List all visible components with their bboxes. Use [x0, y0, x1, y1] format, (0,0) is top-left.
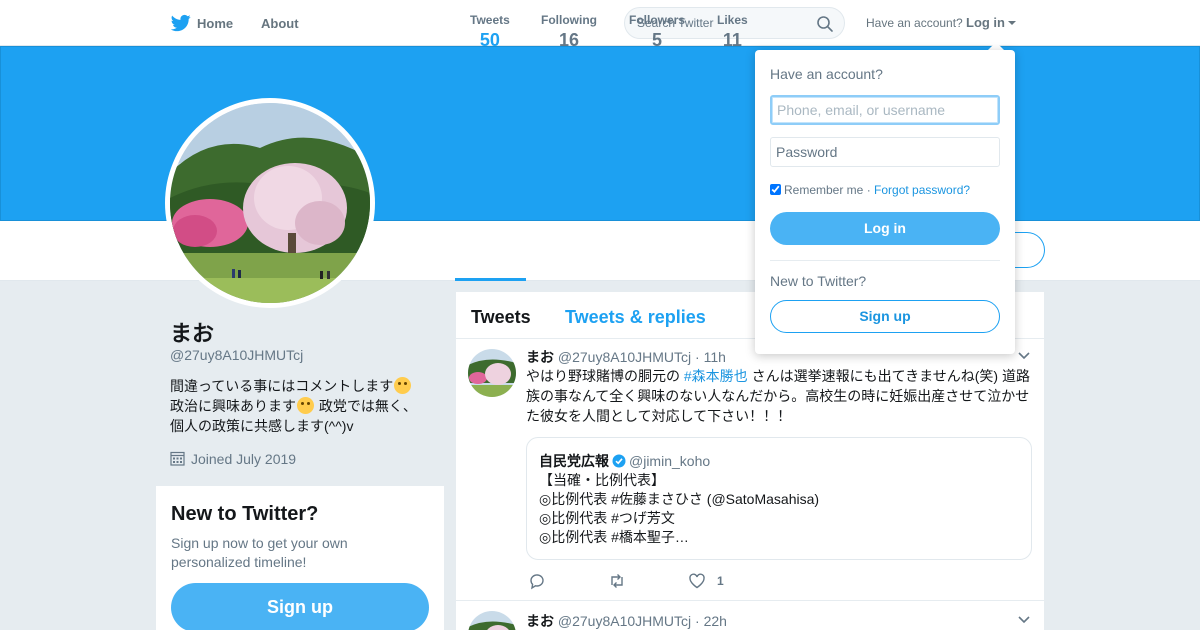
login-dropdown: Have an account? Remember me · Forgot pa…: [755, 50, 1015, 354]
retweet-button[interactable]: [608, 572, 626, 590]
bio-line: 個人の政策に共感します(^^)v: [170, 418, 354, 434]
stat-following[interactable]: Following 16: [541, 13, 597, 51]
active-stat-underline: [455, 278, 526, 281]
reply-icon: [530, 574, 544, 590]
retweet-icon: [611, 574, 623, 588]
stat-label: Following: [541, 13, 597, 27]
heart-icon: [689, 573, 705, 589]
login-button[interactable]: Log in: [770, 212, 1000, 245]
avatar-photo: [468, 349, 516, 397]
bio-text: 政治に興味あります: [170, 398, 296, 414]
remember-me-checkbox[interactable]: [770, 184, 781, 195]
joined-text: Joined July 2019: [191, 451, 297, 467]
remember-me-label[interactable]: Remember me: [784, 183, 863, 197]
signup-module-title: New to Twitter?: [171, 503, 319, 525]
stat-value: 16: [558, 30, 580, 50]
tweet-avatar[interactable]: [468, 349, 516, 397]
profile-name[interactable]: まお: [170, 316, 214, 348]
stat-label: Followers: [629, 13, 686, 27]
stat-value: 5: [652, 30, 663, 50]
tweet-author-handle[interactable]: @27uy8A10JHMUTcj: [558, 349, 691, 365]
login-dropdown-heading: Have an account?: [770, 66, 883, 82]
caret-down-icon: [1008, 21, 1016, 25]
like-count: 1: [717, 574, 724, 588]
verified-badge-icon: [612, 454, 626, 468]
profile-avatar[interactable]: [165, 98, 375, 308]
chevron-down-icon[interactable]: [1018, 616, 1030, 624]
tweet-author-name[interactable]: まお: [526, 349, 554, 365]
stat-tweets[interactable]: Tweets 50: [470, 13, 510, 51]
new-to-twitter-text: New to Twitter?: [770, 273, 867, 289]
thinking-emoji-icon: [394, 377, 412, 394]
signup-module-subtitle: Sign up now to get your own personalized…: [171, 535, 348, 570]
quote-line: ◎比例代表 #佐藤まさひさ (@SatoMasahisa): [539, 491, 820, 507]
tweet[interactable]: まお @27uy8A10JHMUTcj · 11h やはり野球賭博の胴元の #森…: [456, 339, 1044, 601]
tweet-author-handle[interactable]: @27uy8A10JHMUTcj: [558, 613, 691, 629]
login-toggle-label: Log in: [966, 15, 1005, 30]
tweet-avatar[interactable]: [468, 611, 516, 630]
profile-handle[interactable]: @27uy8A10JHMUTcj: [170, 347, 303, 363]
stat-label: Tweets: [470, 13, 510, 27]
reply-button[interactable]: [528, 572, 546, 590]
profile-bio: 間違っている事にはコメントします 政治に興味あります 政党では無く、 個人の政策…: [170, 376, 430, 436]
bio-line: 間違っている事にはコメントします: [170, 376, 430, 396]
grinning-emoji-icon: [297, 397, 314, 414]
quoted-author-handle: @jimin_koho: [629, 453, 711, 469]
tweet-timestamp[interactable]: · 22h: [695, 613, 727, 629]
bio-text: 政党では無く、: [315, 398, 417, 414]
signup-module: New to Twitter? Sign up now to get your …: [156, 486, 444, 630]
quote-line: ◎比例代表 #つげ芳文: [539, 510, 675, 526]
quoted-tweet[interactable]: 自民党広報 @jimin_koho 【当確・比例代表】 ◎比例代表 #佐藤まさひさ…: [526, 437, 1032, 560]
hashtag-link[interactable]: #森本勝也: [684, 368, 748, 384]
chevron-down-icon[interactable]: [1018, 352, 1030, 360]
separator-dot: ·: [863, 183, 875, 197]
username-field[interactable]: [770, 95, 1000, 125]
stat-followers[interactable]: Followers 5: [629, 13, 685, 51]
quoted-tweet-text: 【当確・比例代表】 ◎比例代表 #佐藤まさひさ (@SatoMasahisa) …: [539, 471, 819, 547]
search-icon[interactable]: [816, 15, 834, 33]
tweet-timestamp[interactable]: · 11h: [695, 349, 726, 365]
tab-tweets[interactable]: Tweets: [471, 307, 531, 328]
cherry-tree-photo: [170, 103, 370, 303]
stat-value: 11: [722, 30, 742, 50]
quote-line: ◎比例代表 #橋本聖子…: [539, 529, 689, 545]
avatar-photo: [468, 611, 516, 630]
remember-me-row: Remember me · Forgot password?: [770, 183, 970, 197]
nav-home-link[interactable]: Home: [197, 16, 233, 31]
signup-module-button[interactable]: Sign up: [171, 583, 429, 630]
nav-about-link[interactable]: About: [261, 16, 299, 31]
quote-line: 【当確・比例代表】: [539, 472, 665, 488]
stat-label: Likes: [717, 13, 748, 27]
joined-date: Joined July 2019: [170, 451, 296, 467]
divider: [770, 260, 1000, 261]
tweet[interactable]: まお @27uy8A10JHMUTcj · 22h: [456, 601, 1044, 630]
bio-line: 政治に興味あります 政党では無く、: [170, 396, 430, 416]
stat-value: 50: [479, 30, 500, 50]
calendar-icon: [170, 451, 185, 466]
password-field[interactable]: [770, 137, 1000, 167]
signup-button[interactable]: Sign up: [770, 300, 1000, 333]
tweet-text: やはり野球賭博の胴元の #森本勝也 さんは選挙速報にも出てきませんね(笑) 道路…: [526, 366, 1032, 426]
quoted-author-name: 自民党広報: [539, 453, 609, 469]
forgot-password-link[interactable]: Forgot password?: [874, 183, 970, 197]
login-dropdown-toggle[interactable]: Log in: [966, 15, 1016, 30]
stat-likes[interactable]: Likes 11: [717, 13, 748, 51]
tweet-text-part: やはり野球賭博の胴元の: [526, 368, 684, 384]
bio-text: 間違っている事にはコメントします: [170, 378, 394, 394]
tweet-author-name[interactable]: まお: [526, 613, 554, 629]
top-navigation: Home About Search Twitter Have an accoun…: [0, 0, 1200, 46]
tweet-header: まお @27uy8A10JHMUTcj · 22h: [526, 611, 727, 630]
have-account-text: Have an account?: [866, 16, 963, 30]
like-button[interactable]: 1: [688, 572, 728, 590]
quoted-tweet-header: 自民党広報 @jimin_koho: [539, 451, 710, 471]
tweet-header: まお @27uy8A10JHMUTcj · 11h: [526, 347, 726, 367]
twitter-bird-icon[interactable]: [171, 13, 191, 33]
tab-tweets-and-replies[interactable]: Tweets & replies: [565, 307, 706, 328]
